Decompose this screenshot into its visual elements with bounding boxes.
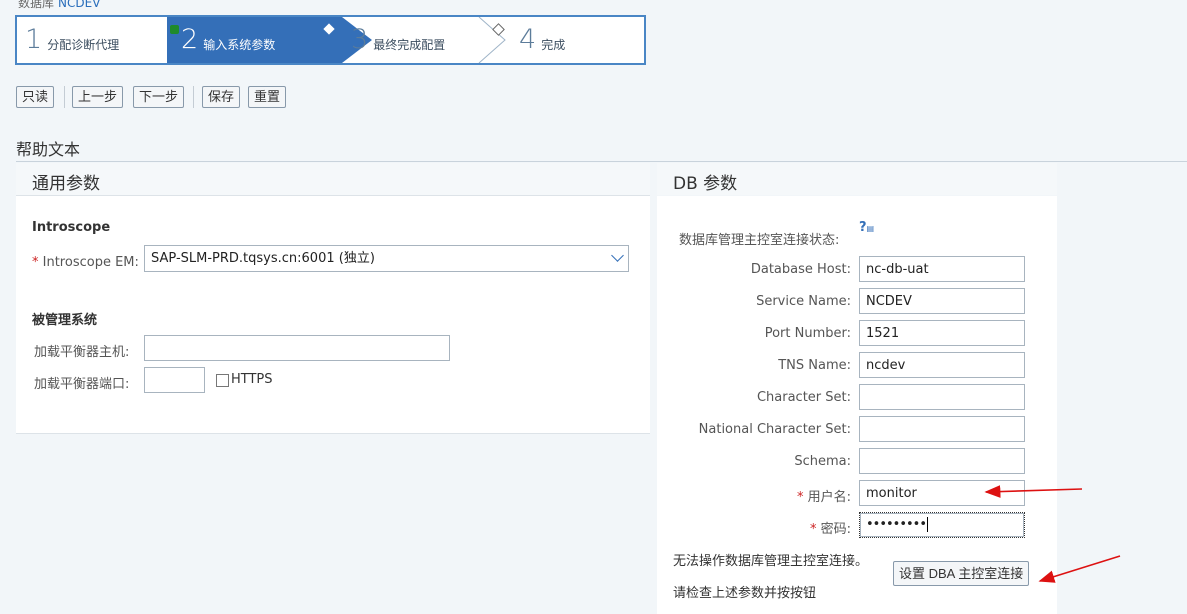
help-icon[interactable]: ?▤	[859, 220, 874, 235]
wizard-step-3[interactable]: 3 最终完成配置	[351, 17, 445, 63]
character-set-input[interactable]	[859, 384, 1025, 410]
username-input[interactable]	[859, 480, 1025, 506]
lb-host-label: 加载平衡器主机:	[34, 345, 130, 360]
step-label: 分配诊断代理	[47, 37, 120, 52]
port-number-input[interactable]	[859, 320, 1025, 346]
required-marker: *	[32, 255, 43, 270]
db-host-input[interactable]	[859, 256, 1025, 282]
db-label-text: 数据库	[18, 0, 55, 10]
password-label: 密码:	[820, 522, 851, 537]
text-cursor	[927, 517, 929, 532]
save-button[interactable]: 保存	[202, 86, 241, 108]
schema-input[interactable]	[859, 448, 1025, 474]
em-label-text: Introscope EM:	[42, 255, 139, 270]
required-marker: *	[809, 522, 821, 537]
dba-instruction: 请检查上述参数并按按钮	[673, 586, 817, 601]
wizard-step-1[interactable]: 1 分配诊断代理	[25, 17, 119, 63]
toolbar-separator	[64, 86, 65, 108]
step-number: 1	[25, 24, 43, 55]
toolbar-separator	[193, 86, 194, 108]
general-params-header: 通用参数	[16, 163, 650, 196]
port-number-label: Port Number:	[764, 326, 851, 341]
step-label: 完成	[541, 37, 566, 52]
password-label-row: * 密码:	[657, 518, 851, 537]
service-name-label: Service Name:	[756, 294, 851, 309]
database-label: 数据库 NCDEV	[18, 0, 100, 11]
db-value-text: NCDEV	[58, 0, 101, 10]
national-character-set-input[interactable]	[859, 416, 1025, 442]
general-params-title: 通用参数	[32, 174, 100, 194]
db-host-label: Database Host:	[750, 262, 851, 277]
step-number: 4	[519, 24, 537, 55]
help-text-title[interactable]: 帮助文本	[16, 136, 80, 160]
lb-port-label: 加载平衡器端口:	[34, 377, 130, 392]
next-step-button[interactable]: 下一步	[133, 86, 185, 108]
schema-label: Schema:	[794, 454, 851, 469]
setup-dba-connection-button[interactable]: 设置 DBA 主控室连接	[893, 561, 1030, 586]
wizard-step-2[interactable]: 2 输入系统参数	[181, 17, 275, 63]
help-divider	[16, 161, 1187, 162]
lb-host-input[interactable]	[144, 335, 450, 361]
password-input[interactable]: •••••••••	[859, 512, 1025, 538]
required-marker: *	[796, 490, 808, 505]
step-label: 最终完成配置	[373, 37, 446, 52]
lb-port-input[interactable]	[144, 367, 205, 393]
step-label: 输入系统参数	[203, 37, 276, 52]
em-selected-value: SAP-SLM-PRD.tqsys.cn:6001 (独立)	[151, 251, 375, 266]
step-done-marker	[170, 25, 179, 34]
prev-step-button[interactable]: 上一步	[72, 86, 124, 108]
db-params-header: DB 参数	[657, 163, 1057, 195]
introscope-section-title: Introscope	[32, 220, 111, 235]
tns-name-label: TNS Name:	[778, 358, 851, 373]
general-params-panel: Introscope * Introscope EM: SAP-SLM-PRD.…	[16, 196, 650, 434]
introscope-em-label: * Introscope EM:	[32, 251, 139, 270]
step-number: 2	[181, 24, 199, 55]
dba-status-label: 数据库管理主控室连接状态:	[679, 233, 840, 248]
wizard-roadmap: 1 分配诊断代理 2 输入系统参数 3 最终完成配置 4 完成	[15, 15, 646, 65]
national-character-set-label: National Character Set:	[698, 422, 851, 437]
db-params-title: DB 参数	[673, 174, 738, 194]
https-checkbox[interactable]	[216, 374, 229, 387]
step-number: 3	[351, 24, 369, 55]
readonly-button[interactable]: 只读	[16, 86, 55, 108]
dba-connection-error: 无法操作数据库管理主控室连接。	[673, 554, 869, 569]
service-name-input[interactable]	[859, 288, 1025, 314]
character-set-label: Character Set:	[756, 390, 851, 405]
step-separator	[478, 17, 506, 63]
password-masked-value: •••••••••	[866, 517, 927, 532]
username-label-row: * 用户名:	[657, 486, 851, 505]
tns-name-input[interactable]	[859, 352, 1025, 378]
managed-system-title: 被管理系统	[32, 313, 98, 328]
wizard-step-4[interactable]: 4 完成	[519, 17, 565, 63]
username-label: 用户名:	[807, 490, 851, 505]
https-label: HTTPS	[231, 372, 273, 387]
introscope-em-select[interactable]: SAP-SLM-PRD.tqsys.cn:6001 (独立)	[144, 245, 629, 272]
reset-button[interactable]: 重置	[248, 86, 287, 108]
chevron-down-icon[interactable]	[611, 249, 624, 262]
